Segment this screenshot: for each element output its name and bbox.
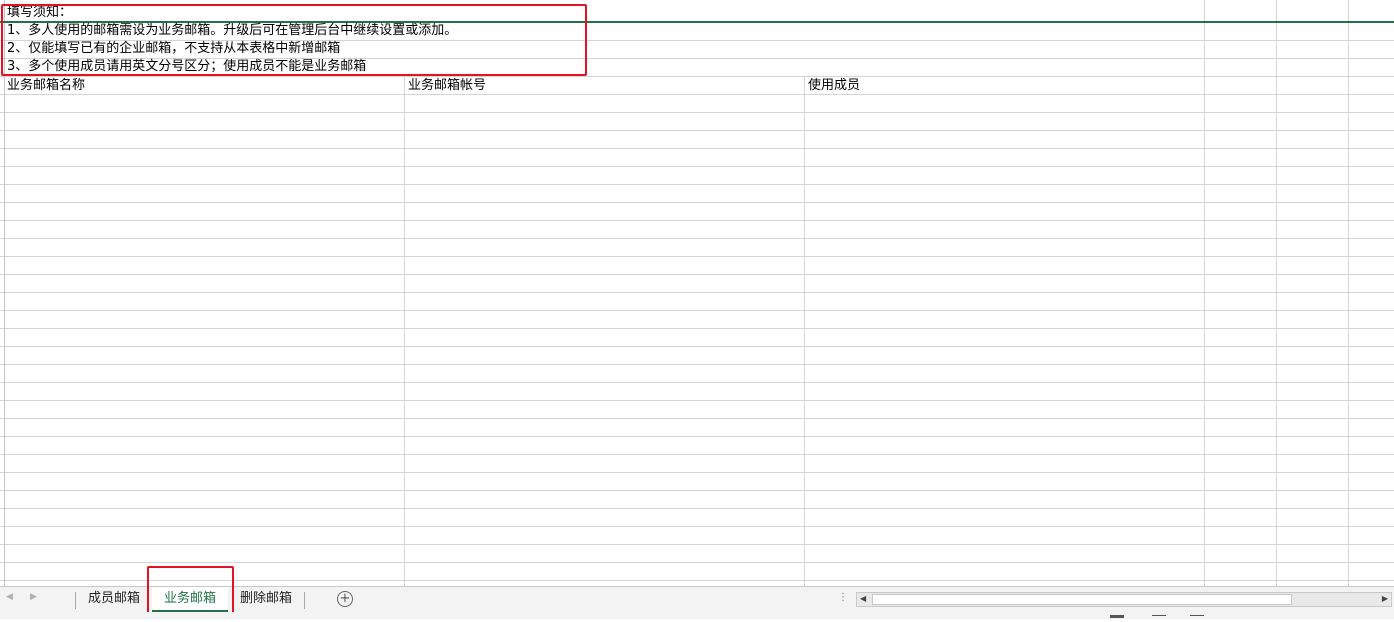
row-gridline: [0, 544, 1394, 545]
row-gridline: [0, 382, 1394, 383]
column-gridline: [1348, 0, 1349, 586]
notice-highlight-box: [1, 4, 587, 76]
row-gridline: [0, 454, 1394, 455]
spreadsheet-grid[interactable]: 填写须知： 1、多人使用的邮箱需设为业务邮箱。升级后可在管理后台中继续设置或添加…: [0, 0, 1394, 586]
column-header-business-mailbox-name[interactable]: 业务邮箱名称: [7, 77, 85, 95]
prev-sheet-icon[interactable]: ◀: [6, 592, 13, 602]
column-gridline: [804, 77, 805, 586]
page-break-preview-icon[interactable]: [1190, 615, 1204, 620]
row-gridline: [0, 220, 1394, 221]
tab-split-handle-icon[interactable]: ⋮: [838, 592, 848, 603]
column-gridline: [1204, 0, 1205, 586]
row-header-edge: [4, 0, 5, 586]
row-gridline: [0, 202, 1394, 203]
row-gridline: [0, 274, 1394, 275]
add-sheet-icon[interactable]: +: [337, 591, 353, 607]
row-gridline: [0, 328, 1394, 329]
column-header-members[interactable]: 使用成员: [808, 77, 860, 95]
tab-separator: [75, 592, 76, 609]
row-gridline: [0, 472, 1394, 473]
row-gridline: [0, 112, 1394, 113]
column-gridline: [1276, 0, 1277, 586]
scroll-left-icon[interactable]: ◀: [860, 594, 866, 603]
horizontal-scrollbar[interactable]: ◀ ▶: [856, 592, 1392, 607]
row-gridline: [0, 562, 1394, 563]
row-gridline: [0, 364, 1394, 365]
row-gridline: [0, 346, 1394, 347]
next-sheet-icon[interactable]: ▶: [30, 592, 37, 602]
row-gridline: [0, 436, 1394, 437]
scrollbar-thumb[interactable]: [872, 594, 1292, 605]
column-header-business-mailbox-account[interactable]: 业务邮箱帐号: [408, 77, 486, 95]
row-gridline: [0, 94, 1394, 95]
row-gridline: [0, 130, 1394, 131]
page-layout-icon[interactable]: [1152, 615, 1166, 620]
active-tab-highlight-box: [147, 566, 234, 614]
sheet-tab-bar: ◀ ▶ 成员邮箱 业务邮箱 删除邮箱 + ⋮ ◀ ▶: [0, 566, 1394, 614]
row-gridline: [0, 490, 1394, 491]
tab-member-mailbox[interactable]: 成员邮箱: [80, 587, 148, 612]
row-gridline: [0, 184, 1394, 185]
tab-separator: [304, 592, 305, 609]
row-gridline: [0, 508, 1394, 509]
status-bar: [0, 612, 1394, 619]
row-gridline: [0, 76, 1394, 77]
column-gridline: [404, 77, 405, 586]
row-gridline: [0, 310, 1394, 311]
row-gridline: [0, 400, 1394, 401]
row-gridline: [0, 526, 1394, 527]
row-gridline: [0, 292, 1394, 293]
row-gridline: [0, 238, 1394, 239]
tab-delete-mailbox[interactable]: 删除邮箱: [232, 587, 300, 612]
row-gridline: [0, 256, 1394, 257]
row-gridline: [0, 166, 1394, 167]
row-gridline: [0, 148, 1394, 149]
scroll-right-icon[interactable]: ▶: [1382, 594, 1388, 603]
row-gridline: [0, 418, 1394, 419]
